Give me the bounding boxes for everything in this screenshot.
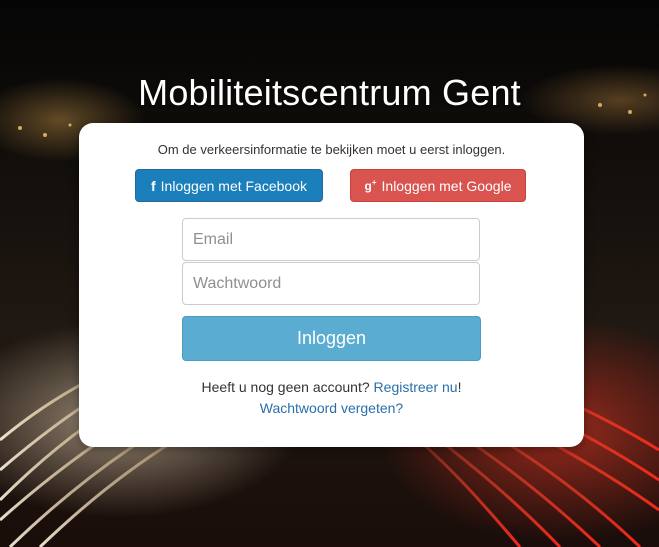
google-plus-icon: g+ (364, 178, 377, 193)
register-suffix: ! (457, 379, 462, 395)
page-title: Mobiliteitscentrum Gent (138, 72, 521, 113)
forgot-password-link[interactable]: Wachtwoord vergeten? (260, 400, 403, 416)
email-field[interactable] (182, 218, 480, 261)
password-field[interactable] (182, 262, 480, 305)
google-login-button[interactable]: g+ Inloggen met Google (350, 169, 526, 202)
facebook-login-button[interactable]: f Inloggen met Facebook (135, 169, 323, 202)
login-card: Om de verkeersinformatie te bekijken moe… (79, 123, 584, 447)
facebook-login-label: Inloggen met Facebook (160, 177, 307, 194)
login-intro-text: Om de verkeersinformatie te bekijken moe… (157, 142, 506, 157)
login-submit-button[interactable]: Inloggen (182, 316, 481, 361)
google-login-label: Inloggen met Google (381, 177, 512, 194)
no-account-text: Heeft u nog geen account? (201, 379, 370, 395)
facebook-icon: f (151, 177, 156, 194)
register-prompt: Heeft u nog geen account? Registreer nu! (79, 379, 584, 395)
forgot-password-line: Wachtwoord vergeten? (79, 400, 584, 416)
register-link[interactable]: Registreer nu (374, 379, 458, 395)
